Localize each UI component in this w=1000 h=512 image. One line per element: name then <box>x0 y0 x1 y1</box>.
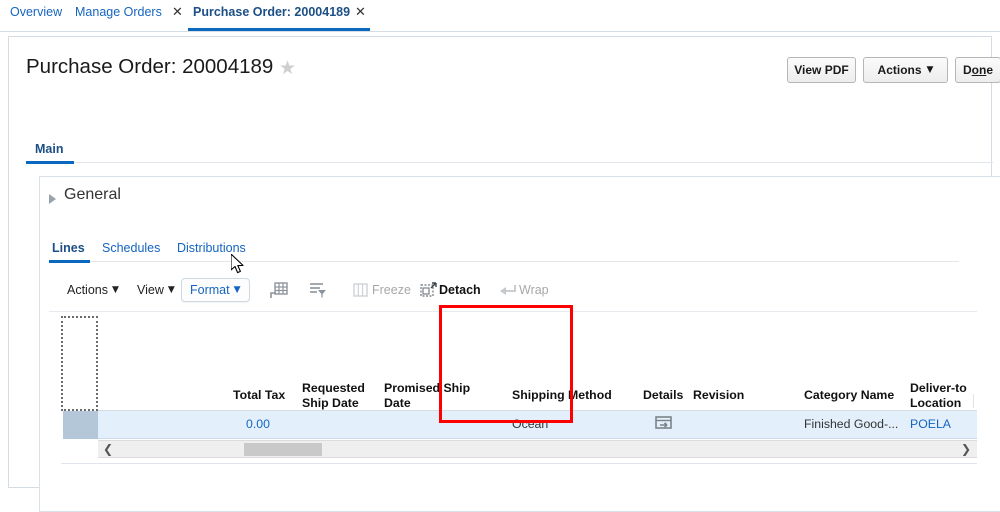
done-label-prefix: D <box>962 63 972 77</box>
sub-tab-divider <box>49 261 959 262</box>
view-pdf-button[interactable]: View PDF <box>787 57 856 83</box>
done-label-suffix: e <box>986 63 994 77</box>
cell-total-tax[interactable]: 0.00 <box>246 417 270 431</box>
tab-purchase-order[interactable]: Purchase Order: 20004189 <box>193 5 350 19</box>
chevron-down-icon: ▼ <box>926 65 934 75</box>
column-header-category-name[interactable]: Category Name <box>804 388 894 403</box>
main-tab-bar: Main <box>26 140 993 164</box>
toolbar-detach-button[interactable]: Detach <box>439 283 481 297</box>
tab-schedules[interactable]: Schedules <box>102 241 160 255</box>
chevron-right-icon <box>49 194 56 204</box>
chevron-down-icon: ▼ <box>167 285 175 295</box>
column-header-requested-ship-date[interactable]: Requested Ship Date <box>302 381 365 411</box>
horizontal-scrollbar[interactable]: ❮ ❯ <box>98 440 977 458</box>
toolbar-format-label: Format <box>190 283 230 297</box>
scrollbar-thumb[interactable] <box>244 443 322 456</box>
column-header-deliver-to-location[interactable]: Deliver-to Location <box>910 381 967 411</box>
column-header-promised-ship-date[interactable]: Promised Ship Date <box>384 381 470 411</box>
close-icon-manage-orders[interactable]: ✕ <box>172 5 183 20</box>
page-title: Purchase Order: 20004189 <box>26 55 274 78</box>
toolbar-view-label: View <box>137 283 164 297</box>
chevron-down-icon: ▼ <box>233 285 241 295</box>
lines-table-region: Actions ▼ View ▼ Format ▼ Freeze Detach … <box>49 272 977 468</box>
insert-row-icon[interactable] <box>270 282 288 299</box>
filter-icon[interactable] <box>309 282 327 299</box>
toolbar-actions-label: Actions <box>67 283 108 297</box>
column-header-details[interactable]: Details <box>643 388 683 403</box>
grid-bottom-divider <box>61 463 977 464</box>
toolbar-freeze-button: Freeze <box>372 283 411 297</box>
detach-icon[interactable] <box>420 282 438 299</box>
done-label-accesskey: on <box>971 63 987 77</box>
columns-icon <box>352 282 370 299</box>
actions-button-label: Actions <box>877 63 922 77</box>
grid-header-row: Total Tax Requested Ship Date Promised S… <box>98 316 977 411</box>
sub-tab-indicator <box>49 260 90 263</box>
toolbar-actions-menu[interactable]: Actions ▼ <box>67 283 119 297</box>
toolbar-view-menu[interactable]: View ▼ <box>137 283 175 297</box>
table-row[interactable]: 0.00 Ocean Finished Good-... POELA <box>98 411 977 439</box>
general-label: General <box>64 186 121 203</box>
wrap-icon <box>499 282 517 299</box>
toolbar-divider <box>49 311 977 312</box>
tab-distributions[interactable]: Distributions <box>177 241 246 255</box>
main-tab-divider <box>74 162 993 163</box>
cell-shipping-method: Ocean <box>512 417 549 431</box>
cell-category-name: Finished Good-... <box>804 417 899 431</box>
tab-lines[interactable]: Lines <box>52 241 85 255</box>
star-icon[interactable]: ★ <box>279 59 296 78</box>
details-icon[interactable] <box>655 416 673 432</box>
scroll-right-icon[interactable]: ❯ <box>961 443 971 456</box>
lines-sub-tab-bar: Lines Schedules Distributions <box>49 241 959 263</box>
done-button[interactable]: Done <box>955 57 1000 83</box>
toolbar-wrap-button: Wrap <box>519 283 549 297</box>
actions-button[interactable]: Actions ▼ <box>863 57 948 83</box>
column-header-total-tax[interactable]: Total Tax <box>233 388 285 403</box>
toolbar-format-menu[interactable]: Format ▼ <box>181 278 250 302</box>
tab-strip-divider <box>0 31 1000 32</box>
scroll-left-icon[interactable]: ❮ <box>103 443 113 456</box>
column-header-shipping-method[interactable]: Shipping Method <box>512 388 612 403</box>
tab-manage-orders[interactable]: Manage Orders <box>75 5 162 19</box>
main-tab-indicator <box>26 161 74 164</box>
tab-main[interactable]: Main <box>35 142 63 156</box>
page-panel: Purchase Order: 20004189 ★ View PDF Acti… <box>8 36 1000 512</box>
row-selector-cell[interactable] <box>63 411 98 439</box>
cell-deliver-to-location[interactable]: POELA <box>910 417 951 431</box>
tab-overview[interactable]: Overview <box>10 5 62 19</box>
chevron-down-icon: ▼ <box>112 285 119 295</box>
browser-tab-strip: Overview Manage Orders ✕ Purchase Order:… <box>0 0 1000 32</box>
close-icon-purchase-order[interactable]: ✕ <box>355 5 366 20</box>
column-divider <box>973 394 974 408</box>
lines-grid: Total Tax Requested Ship Date Promised S… <box>61 316 977 468</box>
column-header-revision[interactable]: Revision <box>693 388 744 403</box>
row-selector-header <box>61 316 98 411</box>
table-toolbar: Actions ▼ View ▼ Format ▼ Freeze Detach … <box>49 272 977 312</box>
